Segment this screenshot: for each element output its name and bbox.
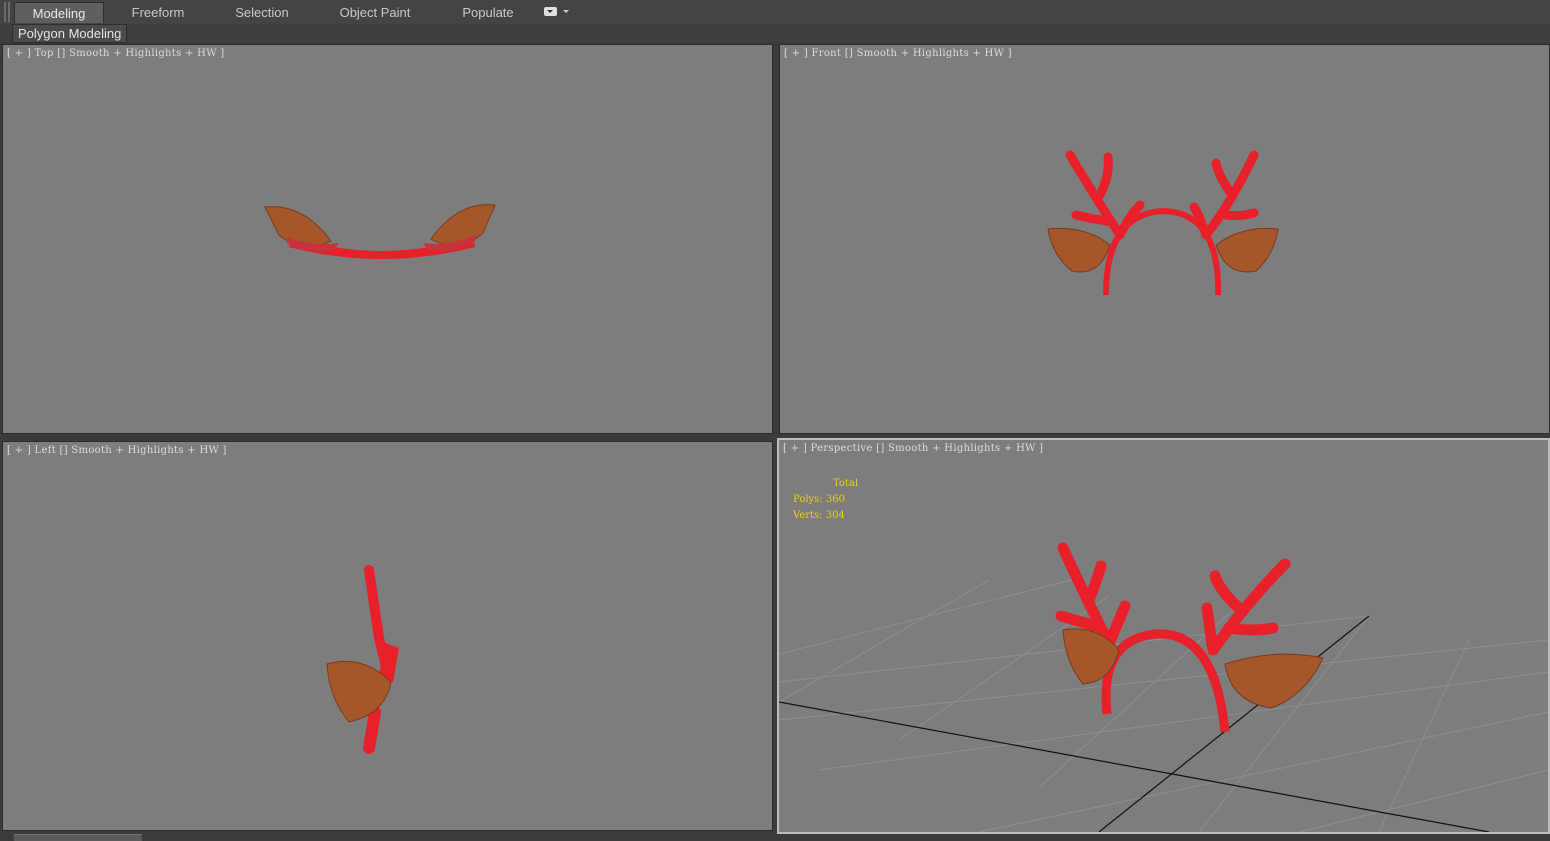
tab-object-paint[interactable]: Object Paint xyxy=(330,2,420,23)
ribbon-options-icon xyxy=(544,7,557,16)
front-view-model xyxy=(1047,150,1279,296)
world-axis-y xyxy=(1098,615,1370,832)
viewport-top[interactable]: [ + ] Top [] Smooth + Highlights + HW ] xyxy=(2,44,773,434)
viewport-perspective[interactable]: [ + ] Perspective [] Smooth + Highlights… xyxy=(777,438,1550,834)
tab-freeform[interactable]: Freeform xyxy=(118,2,198,23)
chevron-down-icon xyxy=(563,10,569,13)
ribbon-panel-strip xyxy=(0,24,1550,42)
perspective-grid-and-model xyxy=(779,542,1548,832)
ribbon-options-dropdown[interactable] xyxy=(544,6,572,18)
polygon-modeling-panel-button[interactable]: Polygon Modeling xyxy=(12,24,128,43)
viewport-front[interactable]: [ + ] Front [] Smooth + Highlights + HW … xyxy=(779,44,1550,434)
ribbon-grip-handle[interactable] xyxy=(4,2,10,22)
tab-populate[interactable]: Populate xyxy=(448,2,528,23)
top-view-model xyxy=(264,204,496,259)
left-view-model xyxy=(326,565,399,754)
viewport-left[interactable]: [ + ] Left [] Smooth + Highlights + HW ] xyxy=(2,441,773,831)
ribbon-bar: Modeling Freeform Selection Object Paint… xyxy=(0,0,1550,25)
home-grid xyxy=(779,577,1548,832)
tab-modeling[interactable]: Modeling xyxy=(14,2,104,23)
world-axis-x xyxy=(779,701,1490,832)
tab-selection[interactable]: Selection xyxy=(222,2,302,23)
bottom-strip xyxy=(0,834,1550,840)
